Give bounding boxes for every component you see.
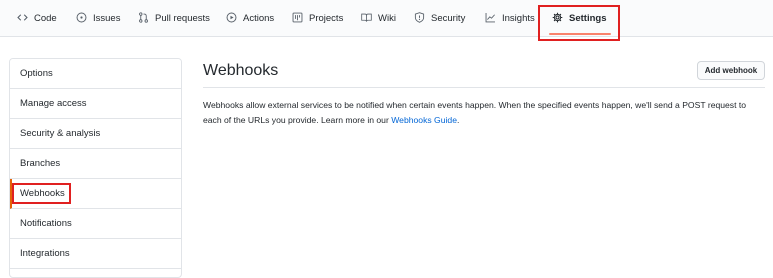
sidebar-item-label: Integrations — [20, 248, 70, 259]
webhooks-guide-link[interactable]: Webhooks Guide — [391, 115, 457, 125]
git-pull-request-icon — [138, 11, 155, 26]
tab-issues-label: Issues — [93, 13, 121, 24]
tab-projects[interactable]: Projects — [292, 0, 343, 37]
sidebar-item-label: Branches — [20, 158, 61, 169]
sidebar-item-label: Notifications — [20, 218, 72, 229]
tab-insights[interactable]: Insights — [485, 0, 535, 37]
tab-actions[interactable]: Actions — [226, 0, 274, 37]
graph-icon — [485, 12, 502, 26]
shield-icon — [414, 11, 431, 26]
page-title: Webhooks — [203, 62, 279, 79]
title-divider — [203, 87, 765, 88]
issue-opened-icon — [76, 12, 93, 26]
tab-pull-requests[interactable]: Pull requests — [138, 0, 210, 37]
tab-settings[interactable]: Settings — [552, 0, 606, 37]
sidebar-item-manage-access[interactable]: Manage access — [10, 89, 181, 119]
project-icon — [292, 12, 309, 26]
settings-sidebar: Options Manage access Security & analysi… — [9, 58, 182, 278]
sidebar-item-options[interactable]: Options — [10, 59, 181, 89]
tab-security-label: Security — [431, 13, 466, 24]
code-icon — [17, 12, 34, 26]
selected-tab-indicator — [549, 33, 611, 35]
tab-insights-label: Insights — [502, 13, 535, 24]
sidebar-item-label: Security & analysis — [20, 128, 101, 139]
webhooks-description: Webhooks allow external services to be n… — [203, 98, 763, 128]
description-end: . — [457, 115, 460, 125]
description-text: Webhooks allow external services to be n… — [203, 100, 747, 125]
book-icon — [361, 12, 378, 26]
sidebar-item-webhooks[interactable]: Webhooks — [10, 179, 181, 209]
tab-projects-label: Projects — [309, 13, 344, 24]
sidebar-item-label: Manage access — [20, 98, 87, 109]
add-webhook-button[interactable]: Add webhook — [697, 61, 765, 80]
tab-issues[interactable]: Issues — [76, 0, 120, 37]
gear-icon — [552, 12, 569, 26]
sidebar-item-label: Options — [20, 68, 53, 79]
sidebar-item-notifications[interactable]: Notifications — [10, 209, 181, 239]
tab-code[interactable]: Code — [17, 0, 57, 37]
tab-code-label: Code — [34, 13, 57, 24]
sidebar-item-integrations[interactable]: Integrations — [10, 239, 181, 269]
tab-actions-label: Actions — [243, 13, 275, 24]
tab-security[interactable]: Security — [414, 0, 465, 37]
tab-pull-requests-label: Pull requests — [155, 13, 210, 24]
sidebar-item-security-analysis[interactable]: Security & analysis — [10, 119, 181, 149]
sidebar-item-label: Webhooks — [20, 188, 65, 199]
play-icon — [226, 12, 243, 26]
tab-settings-label: Settings — [569, 13, 607, 24]
tab-wiki[interactable]: Wiki — [361, 0, 396, 37]
tab-wiki-label: Wiki — [378, 13, 396, 24]
sidebar-item-branches[interactable]: Branches — [10, 149, 181, 179]
repo-nav: Code Issues Pull requests Actions Projec… — [0, 0, 773, 37]
